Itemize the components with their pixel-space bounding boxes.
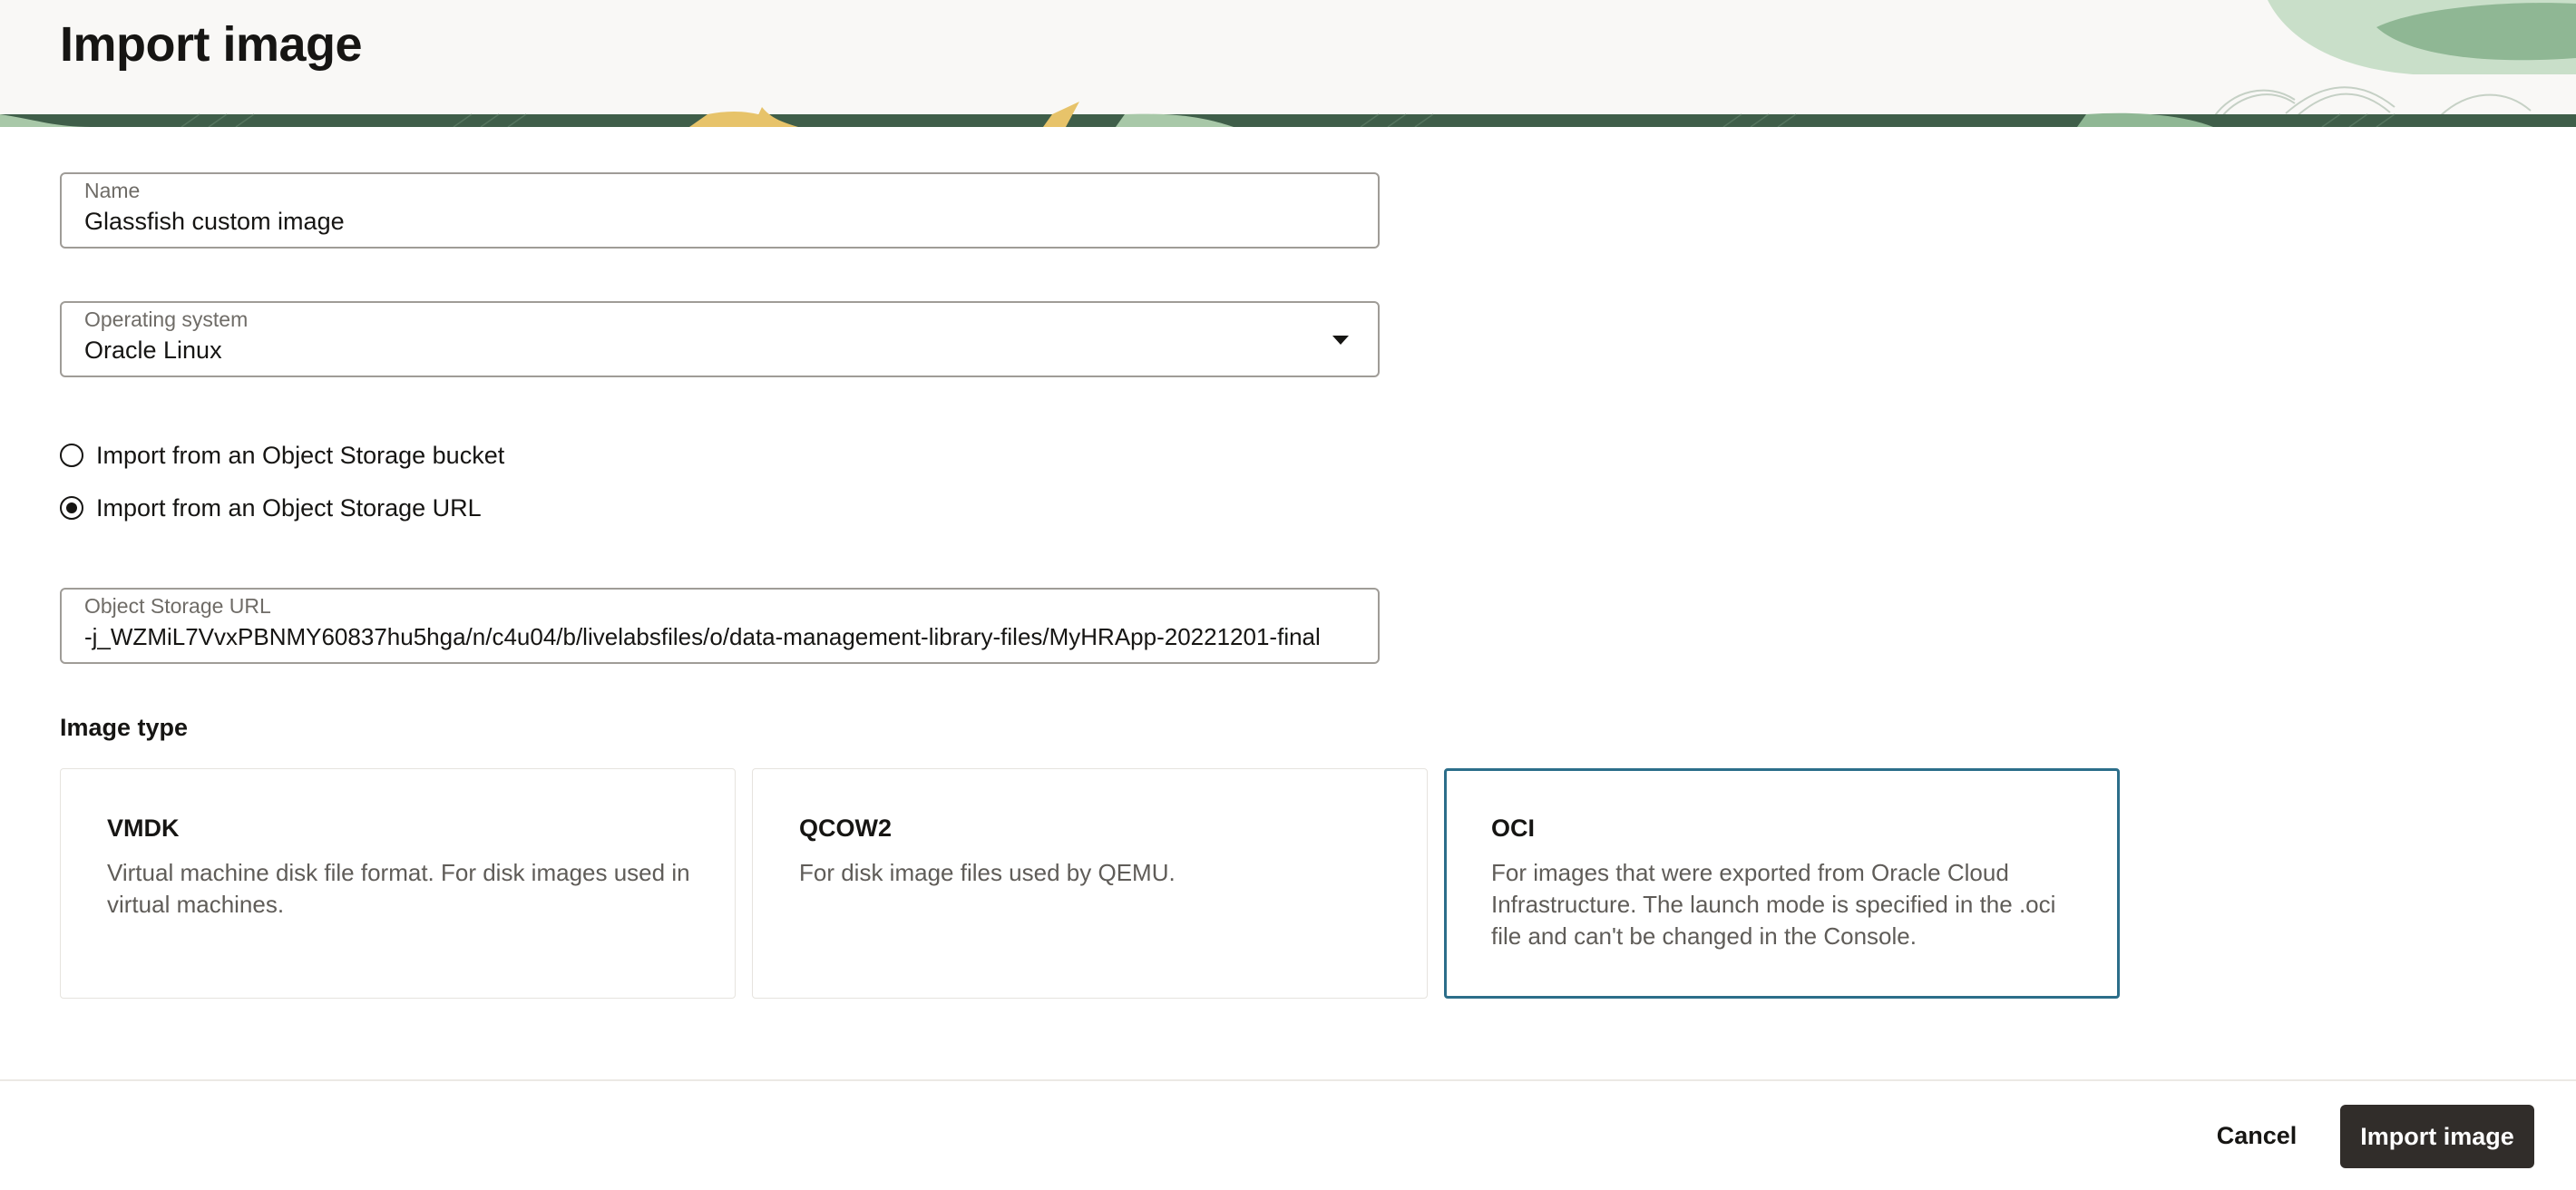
- object-storage-url-label: Object Storage URL: [84, 594, 271, 618]
- card-description: Virtual machine disk file format. For di…: [107, 859, 690, 918]
- image-type-card-qcow2[interactable]: QCOW2 For disk image files used by QEMU.: [752, 768, 1428, 999]
- cancel-button[interactable]: Cancel: [2195, 1105, 2318, 1166]
- footer-divider: [0, 1079, 2576, 1081]
- object-storage-url-field[interactable]: Object Storage URL -j_WZMiL7VvxPBNMY6083…: [60, 588, 1380, 664]
- radio-label-bucket: Import from an Object Storage bucket: [96, 441, 505, 469]
- image-type-card-vmdk[interactable]: VMDK Virtual machine disk file format. F…: [60, 768, 736, 999]
- page-header: Import image: [0, 0, 2576, 127]
- import-image-button[interactable]: Import image: [2340, 1105, 2534, 1168]
- chevron-down-icon[interactable]: [1332, 336, 1349, 345]
- card-description: For images that were exported from Oracl…: [1491, 859, 2056, 950]
- operating-system-value: Oracle Linux: [84, 337, 222, 364]
- name-field-label: Name: [84, 179, 141, 202]
- name-field[interactable]: Name Glassfish custom image: [60, 172, 1380, 249]
- image-type-heading: Image type: [60, 714, 189, 741]
- object-storage-url-value[interactable]: -j_WZMiL7VvxPBNMY60837hu5hga/n/c4u04/b/l…: [84, 623, 1358, 651]
- card-title: VMDK: [107, 814, 180, 842]
- decorative-banner: [0, 0, 2576, 127]
- card-description: For disk image files used by QEMU.: [799, 859, 1176, 886]
- page-title: Import image: [60, 17, 363, 72]
- radio-button-checked[interactable]: [60, 496, 83, 520]
- radio-object-storage-bucket[interactable]: Import from an Object Storage bucket: [60, 437, 504, 473]
- image-type-card-oci[interactable]: OCI For images that were exported from O…: [1444, 768, 2120, 999]
- radio-button-unchecked[interactable]: [60, 444, 83, 467]
- card-title: OCI: [1491, 814, 1536, 842]
- radio-object-storage-url[interactable]: Import from an Object Storage URL: [60, 490, 482, 526]
- operating-system-label: Operating system: [84, 307, 249, 331]
- name-field-value[interactable]: Glassfish custom image: [84, 208, 345, 236]
- radio-label-url: Import from an Object Storage URL: [96, 493, 482, 522]
- card-title: QCOW2: [799, 814, 893, 842]
- operating-system-select[interactable]: Operating system Oracle Linux: [60, 301, 1380, 377]
